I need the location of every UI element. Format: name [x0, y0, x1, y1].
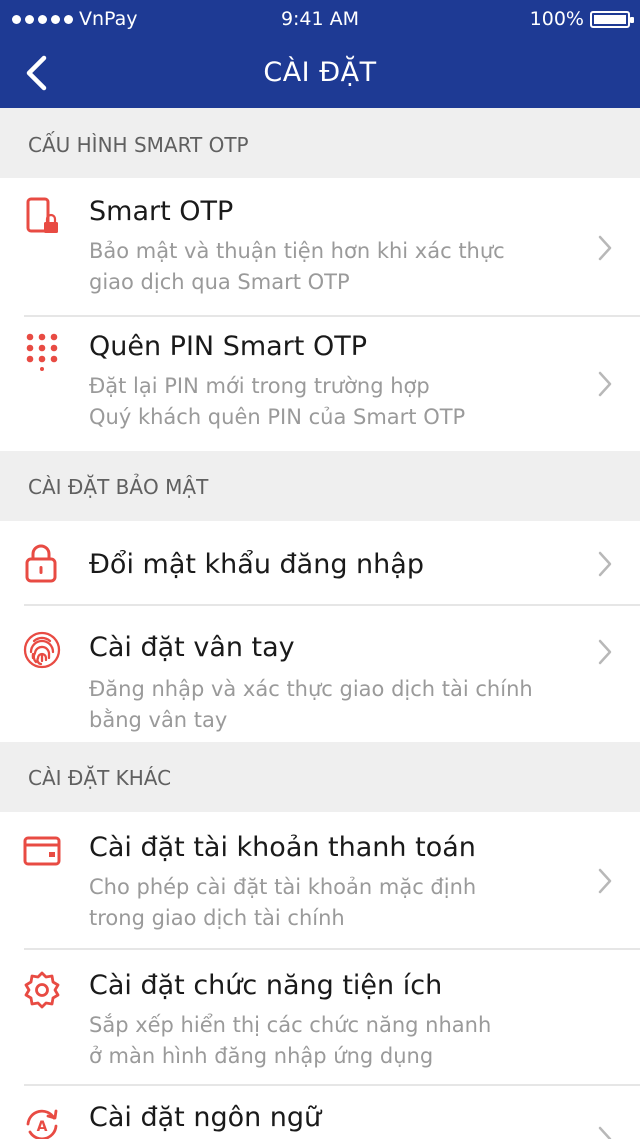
chevron-right-icon	[598, 868, 612, 894]
card-icon	[23, 836, 61, 866]
gear-icon	[24, 971, 60, 1009]
item-desc-line-1: Đặt lại PIN mới trong trường hợp	[89, 374, 430, 398]
item-title: Đổi mật khẩu đăng nhập	[89, 549, 424, 580]
chevron-right-icon	[598, 639, 612, 665]
item-desc-line-2: Quý khách quên PIN của Smart OTP	[89, 405, 466, 429]
chevron-right-icon	[598, 371, 612, 397]
settings-item-utilities[interactable]: Cài đặt chức năng tiện ích Sắp xếp hiển …	[0, 950, 640, 1085]
item-desc-line-1: Cho phép cài đặt tài khoản mặc định	[89, 875, 477, 899]
item-title: Cài đặt chức năng tiện ích	[89, 970, 443, 1001]
fingerprint-icon	[23, 631, 61, 669]
keypad-icon	[26, 333, 58, 371]
settings-item-change-password[interactable]: Đổi mật khẩu đăng nhập	[0, 521, 640, 605]
item-title: Cài đặt vân tay	[89, 632, 295, 663]
item-desc-line-1: Đăng nhập và xác thực giao dịch tài chín…	[89, 677, 533, 701]
status-bar: VnPay 9:41 AM 100%	[0, 0, 640, 38]
item-title: Cài đặt tài khoản thanh toán	[89, 832, 476, 863]
item-desc-line-2: ở màn hình đăng nhập ứng dụng	[89, 1044, 434, 1068]
language-icon: A	[26, 1109, 58, 1139]
chevron-right-icon	[598, 235, 612, 261]
item-title: Cài đặt ngôn ngữ	[89, 1102, 322, 1133]
settings-item-smart-otp[interactable]: Smart OTP Bảo mật và thuận tiện hơn khi …	[0, 178, 640, 316]
battery-icon	[590, 10, 634, 28]
item-desc-line-1: Bảo mật và thuận tiện hơn khi xác thực	[89, 239, 505, 263]
item-desc-line-2: trong giao dịch tài chính	[89, 906, 345, 930]
section-header-security: CÀI ĐẶT BẢO MẬT	[0, 451, 640, 521]
item-title: Quên PIN Smart OTP	[89, 331, 367, 362]
settings-item-fingerprint[interactable]: Cài đặt vân tay Đăng nhập và xác thực gi…	[0, 606, 640, 742]
phone-lock-icon	[26, 197, 58, 233]
lock-icon	[25, 544, 57, 583]
settings-item-language[interactable]: A Cài đặt ngôn ngữ	[0, 1086, 640, 1139]
settings-item-forgot-pin[interactable]: Quên PIN Smart OTP Đặt lại PIN mới trong…	[0, 317, 640, 451]
battery-indicator: 100%	[529, 8, 634, 30]
section-header-smart-otp: CẤU HÌNH SMART OTP	[0, 108, 640, 178]
section-header-other: CÀI ĐẶT KHÁC	[0, 742, 640, 812]
item-desc-line-1: Sắp xếp hiển thị các chức năng nhanh	[89, 1013, 492, 1037]
page-title: CÀI ĐẶT	[263, 57, 377, 88]
chevron-right-icon	[598, 551, 612, 577]
item-title: Smart OTP	[89, 196, 234, 227]
svg-text:A: A	[37, 1119, 48, 1135]
item-desc-line-2: bằng vân tay	[89, 708, 228, 732]
chevron-right-icon	[598, 1126, 612, 1139]
battery-percent: 100%	[529, 8, 584, 30]
settings-item-payment-account[interactable]: Cài đặt tài khoản thanh toán Cho phép cà…	[0, 812, 640, 949]
nav-bar: CÀI ĐẶT	[0, 38, 640, 108]
item-desc-line-2: giao dịch qua Smart OTP	[89, 270, 350, 294]
